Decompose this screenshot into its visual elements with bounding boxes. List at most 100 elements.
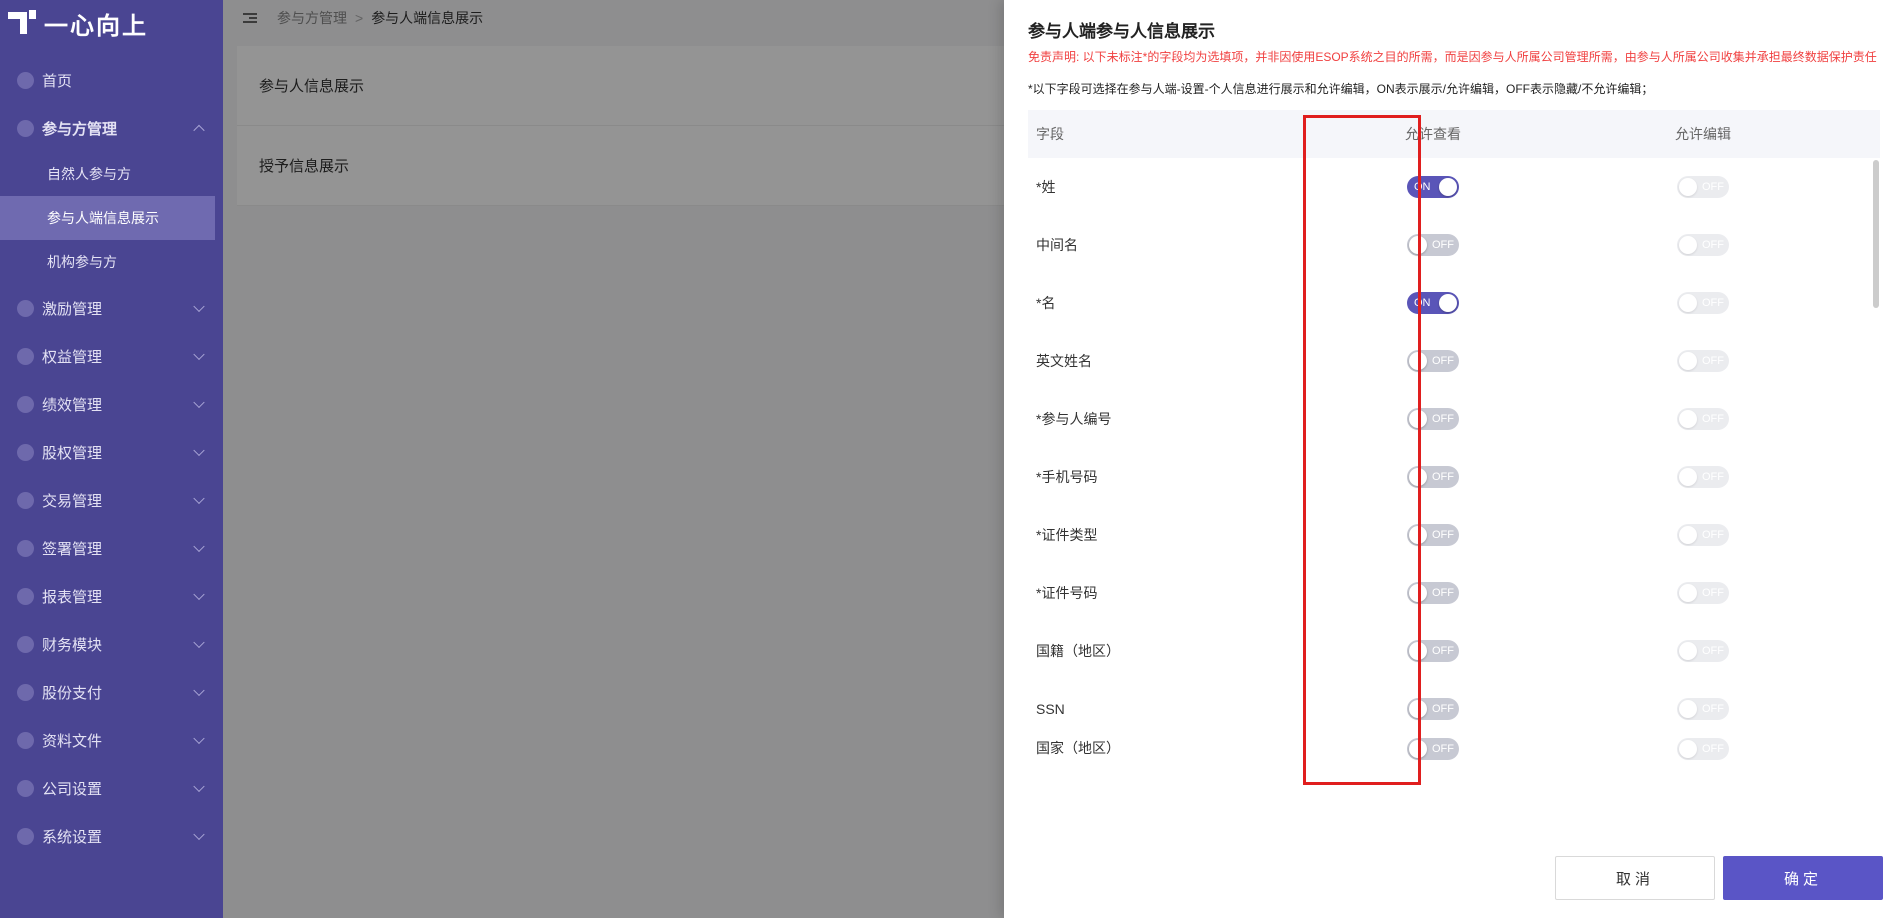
edit-permission-toggle: OFF [1677,466,1729,488]
scrollbar-thumb[interactable] [1873,160,1879,308]
toggle-knob [1679,526,1697,544]
sidebar-item-3[interactable]: 权益管理 [0,332,223,380]
view-permission-toggle[interactable]: OFF [1407,698,1459,720]
confirm-button[interactable]: 确定 [1723,856,1883,900]
table-scrollbar[interactable] [1872,158,1880,758]
view-permission-toggle[interactable]: OFF [1407,234,1459,256]
view-permission-toggle[interactable]: OFF [1407,738,1459,760]
sidebar-item-0[interactable]: 首页 [0,56,223,104]
sidebar-item-12[interactable]: 公司设置 [0,764,223,812]
view-permission-toggle[interactable]: ON [1407,292,1459,314]
view-permission-cell: OFF [1298,234,1568,256]
table-row: 英文姓名 OFF OFF [1028,332,1880,390]
edit-permission-cell: OFF [1568,408,1838,430]
edit-permission-cell: OFF [1568,234,1838,256]
view-permission-toggle[interactable]: ON [1407,176,1459,198]
sidebar-item-5[interactable]: 股权管理 [0,428,223,476]
toggle-state-label: OFF [1432,587,1454,599]
chevron-down-icon [193,300,205,313]
sidebar-item-label: 财务模块 [42,636,103,654]
transaction-icon [17,491,34,509]
sidebar-item-10[interactable]: 股份支付 [0,668,223,716]
sidebar-item-7[interactable]: 签署管理 [0,524,223,572]
toggle-knob [1439,294,1457,312]
sidebar-subitem-label: 参与人端信息展示 [47,210,159,226]
sidebar-nav: 首页参与方管理 自然人参与方参与人端信息展示机构参与方 激励管理权益管理绩效管理 股权… [0,56,223,860]
field-name: 中间名 [1036,237,1078,253]
view-permission-toggle[interactable]: OFF [1407,408,1459,430]
chevron-down-icon [193,444,205,457]
field-name: *姓 [1036,179,1056,195]
table-body[interactable]: *姓 ON OFF 中间名 OFF OFF *名 ON OFF 英文姓名 OFF OFF *参与人编号 O… [1028,158,1880,763]
view-permission-cell: OFF [1298,698,1568,720]
sidebar: 一心向上 首页参与方管理 自然人参与方参与人端信息展示机构参与方 激励管理权益管理绩… [0,0,223,918]
field-name: *手机号码 [1036,469,1098,485]
table-row: *名 ON OFF [1028,274,1880,332]
toggle-state-label: OFF [1702,297,1724,309]
app-logo[interactable]: 一心向上 [8,8,148,40]
toggle-knob [1409,584,1427,602]
cancel-button[interactable]: 取消 [1555,856,1715,900]
toggle-state-label: OFF [1702,181,1724,193]
toggle-state-label: OFF [1432,355,1454,367]
table-row: 国家（地区） OFF OFF [1028,738,1880,763]
logo-mark-icon [8,10,38,36]
edit-permission-cell: OFF [1568,350,1838,372]
performance-icon [17,395,34,413]
sidebar-item-1[interactable]: 参与方管理 [0,104,223,152]
sidebar-subitem-1-2[interactable]: 机构参与方 [0,240,223,284]
toggle-knob [1679,584,1697,602]
toggle-state-label: OFF [1702,355,1724,367]
sidebar-item-label: 签署管理 [42,540,103,558]
sidebar-subitem-1-1[interactable]: 参与人端信息展示 [0,196,215,240]
report-icon [17,587,34,605]
view-permission-toggle[interactable]: OFF [1407,466,1459,488]
sidebar-item-2[interactable]: 激励管理 [0,284,223,332]
toggle-state-label: OFF [1702,587,1724,599]
sidebar-item-4[interactable]: 绩效管理 [0,380,223,428]
drawer-title: 参与人端参与人信息展示 [1028,22,1215,41]
edit-permission-toggle: OFF [1677,582,1729,604]
view-permission-toggle[interactable]: OFF [1407,350,1459,372]
view-permission-cell: OFF [1298,466,1568,488]
edit-permission-toggle: OFF [1677,292,1729,314]
stock-icon [17,443,34,461]
sidebar-item-11[interactable]: 资料文件 [0,716,223,764]
sidebar-item-label: 股份支付 [42,684,103,702]
chevron-down-icon [193,828,205,841]
sidebar-item-9[interactable]: 财务模块 [0,620,223,668]
view-permission-cell: OFF [1298,640,1568,662]
view-permission-cell: OFF [1298,350,1568,372]
sidebar-item-label: 系统设置 [42,828,103,846]
company-settings-icon [17,779,34,797]
edit-permission-cell: OFF [1568,292,1838,314]
view-permission-toggle[interactable]: OFF [1407,582,1459,604]
chevron-down-icon [193,588,205,601]
chevron-down-icon [193,348,205,361]
sidebar-item-13[interactable]: 系统设置 [0,812,223,860]
toggle-knob [1409,526,1427,544]
sidebar-subitem-1-0[interactable]: 自然人参与方 [0,152,223,196]
column-header-view: 允许查看 [1405,126,1461,142]
sidebar-item-label: 首页 [42,72,73,90]
column-header-edit: 允许编辑 [1675,126,1731,142]
sidebar-item-label: 权益管理 [42,348,103,366]
edit-permission-toggle: OFF [1677,738,1729,760]
toggle-state-label: OFF [1702,743,1724,755]
view-permission-toggle[interactable]: OFF [1407,524,1459,546]
edit-permission-cell: OFF [1568,640,1838,662]
finance-icon [17,635,34,653]
system-settings-icon [17,827,34,845]
edit-permission-cell: OFF [1568,524,1838,546]
share-payment-icon [17,683,34,701]
view-permission-toggle[interactable]: OFF [1407,640,1459,662]
toggle-knob [1679,468,1697,486]
table-row: 国籍（地区） OFF OFF [1028,622,1880,680]
sidebar-item-6[interactable]: 交易管理 [0,476,223,524]
toggle-knob [1439,178,1457,196]
field-name: *名 [1036,295,1056,311]
sidebar-item-label: 公司设置 [42,780,103,798]
toggle-knob [1679,236,1697,254]
view-permission-cell: ON [1298,292,1568,314]
sidebar-item-8[interactable]: 报表管理 [0,572,223,620]
